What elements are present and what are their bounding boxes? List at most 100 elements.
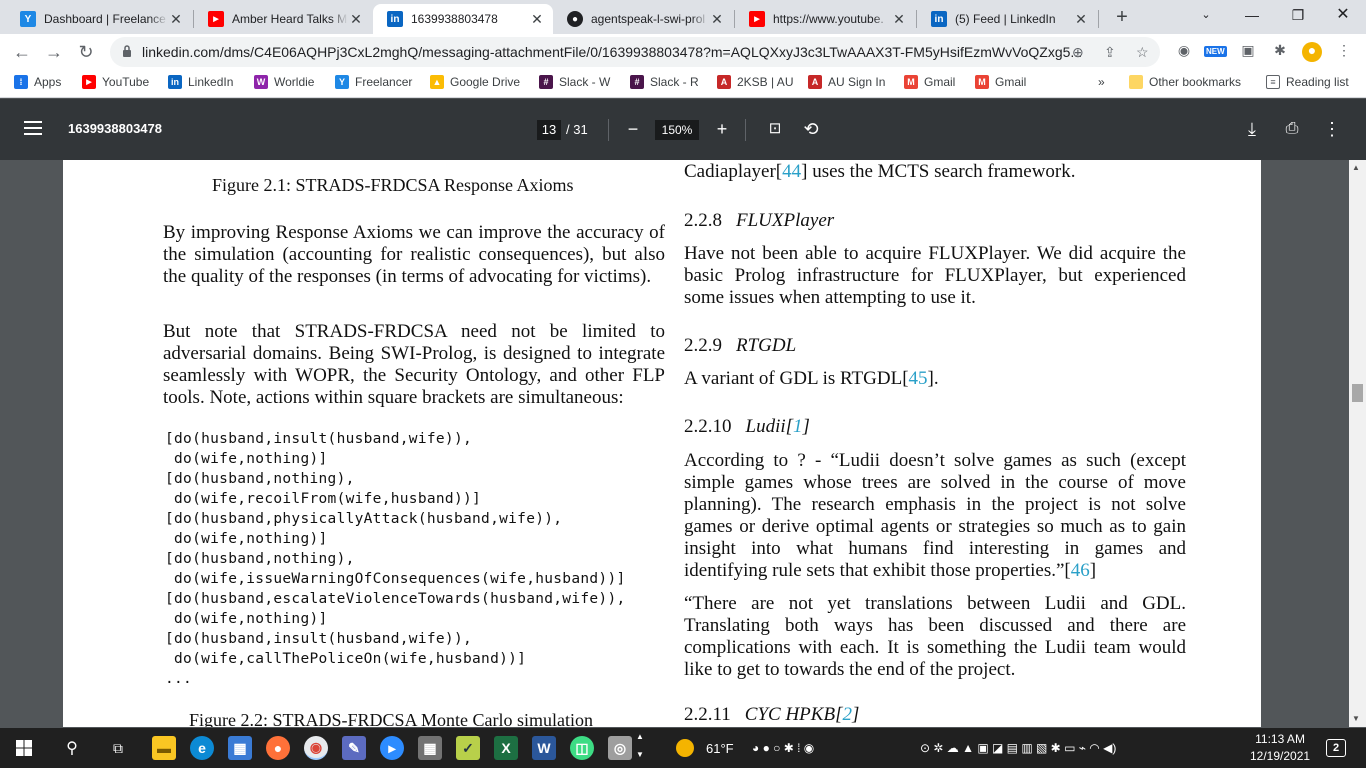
linkedin-icon: in [387,11,403,27]
search-icon[interactable]: ⚲ [60,736,84,760]
tab-pdf-active[interactable]: in 1639938803478 ✕ [373,4,553,34]
zoom-out-button[interactable]: − [621,117,645,141]
word-icon[interactable]: W [532,736,556,760]
profile-avatar-icon[interactable]: ● [1302,42,1322,62]
bookmark-freelancer[interactable]: Y Freelancer [335,75,412,89]
android-app-icon[interactable]: ◫ [570,736,594,760]
other-bookmarks-folder[interactable]: Other bookmarks [1129,75,1241,89]
calculator-icon[interactable]: ▦ [418,736,442,760]
bookmark-gmail-2[interactable]: M Gmail [975,75,1026,89]
paragraph-ludii-quote: “There are not yet translations between … [684,593,1186,680]
sidebar-menu-icon[interactable] [24,121,42,135]
scroll-up-arrow-icon[interactable]: ▲ [1352,163,1360,172]
fit-to-page-icon[interactable]: ⊡ [763,117,787,141]
address-bar[interactable]: linkedin.com/dms/C4E06AQHPj3CxL2mghQ/mes… [110,37,1160,67]
notepad-plus-icon[interactable]: ✓ [456,736,480,760]
close-tab-icon[interactable]: ✕ [709,11,725,28]
excel-icon[interactable]: X [494,736,518,760]
file-explorer-icon[interactable]: ▬ [152,736,176,760]
bookmark-slack-w[interactable]: # Slack - W [539,75,610,89]
tab-title: https://www.youtube. [773,12,884,26]
weather-sun-icon[interactable] [676,739,694,757]
task-view-icon[interactable]: ⧉ [106,736,130,760]
citation-link[interactable]: 46 [1071,560,1090,581]
citation-link[interactable]: 45 [909,368,928,389]
bookmark-apps[interactable]: ⁞ Apps [14,75,61,89]
close-tab-icon[interactable]: ✕ [529,11,545,28]
notification-center-icon[interactable]: 2 [1326,739,1346,757]
weather-temp[interactable]: 61°F [706,741,734,756]
edge-icon[interactable]: e [190,736,214,760]
store-icon[interactable]: ▦ [228,736,252,760]
bookmark-au-sign-in[interactable]: A AU Sign In [808,75,885,89]
tab-dashboard-freelancer[interactable]: Y Dashboard | Freelance ✕ [6,4,192,34]
reload-button[interactable]: ↻ [74,40,98,64]
bookmarks-bar: ⁞ Apps ▶ YouTube in LinkedIn W Worldie Y Free… [0,70,1366,98]
tab-linkedin-feed[interactable]: in (5) Feed | LinkedIn ✕ [917,4,1097,34]
extension-icon[interactable]: ▣ [1238,42,1258,62]
close-window-button[interactable]: ✕ [1320,0,1366,30]
bookmark-2ksb-au[interactable]: A 2KSB | AU [717,75,793,89]
taskbar-scroll-icon[interactable]: ▲ ▼ [636,732,644,759]
close-tab-icon[interactable]: ✕ [348,11,364,28]
tray-icons[interactable]: ⊙ ✲ ☁ ▲ ▣ ◪ ▤ ▥ ▧ ✱ ▭ ⌁ ◠ ◀) [920,741,1116,755]
camera-extension-icon[interactable]: ◉ [1174,42,1194,62]
github-icon: ● [567,11,583,27]
pdf-viewport[interactable]: Figure 2.1: STRADS-FRDCSA Response Axiom… [0,160,1366,727]
bookmark-linkedin[interactable]: in LinkedIn [168,75,233,89]
section-2-2-8-heading: 2.2.8 FLUXPlayer [684,210,835,231]
citation-link[interactable]: 44 [782,161,801,182]
puzzle-extensions-icon[interactable]: ✱ [1270,42,1290,62]
minimize-button[interactable]: — [1229,0,1275,30]
prolog-code-block: [do(husband,insult(husband,wife)), do(wi… [165,431,626,687]
zoom-level-input[interactable]: 150% [655,120,699,140]
rotate-icon[interactable]: ⟲ [799,117,823,141]
back-button[interactable]: ← [10,40,34,64]
freelancer-icon: Y [335,75,349,89]
page-number-input[interactable]: 13 [537,120,561,140]
share-icon[interactable]: ⇪ [1104,44,1116,61]
app-icon[interactable]: ✎ [342,736,366,760]
bookmark-youtube[interactable]: ▶ YouTube [82,75,149,89]
bookmark-star-icon[interactable]: ☆ [1136,44,1149,61]
forward-button[interactable]: → [42,40,66,64]
zoom-app-icon[interactable]: ▸ [380,736,404,760]
scrollbar-thumb[interactable] [1352,384,1363,402]
lock-icon [123,45,131,57]
vertical-scrollbar[interactable] [1349,160,1366,727]
new-tab-button[interactable]: + [1110,6,1134,30]
windows-start-icon[interactable] [16,740,32,756]
url-text[interactable]: linkedin.com/dms/C4E06AQHPj3CxL2mghQ/mes… [142,44,1082,60]
firefox-icon[interactable]: ● [266,736,290,760]
tab-agentspeak-github[interactable]: ● agentspeak-l-swi-prol ✕ [553,4,733,34]
close-tab-icon[interactable]: ✕ [1073,11,1089,28]
new-badge[interactable]: NEW [1204,46,1227,57]
bookmark-slack-r[interactable]: # Slack - R [630,75,699,89]
more-menu-icon[interactable]: ⋮ [1334,42,1354,62]
tab-youtube[interactable]: ▶ https://www.youtube. ✕ [735,4,915,34]
camera-app-icon[interactable]: ◎ [608,736,632,760]
bookmark-worldie[interactable]: W Worldie [254,75,314,89]
citation-link[interactable]: 2 [842,704,852,725]
chrome-icon[interactable]: ◉ [304,736,328,760]
reading-list-button[interactable]: ≡ Reading list [1266,75,1349,89]
print-icon[interactable]: ⎙ [1280,117,1304,141]
pdf-more-icon[interactable]: ⋮ [1320,117,1344,141]
scroll-down-arrow-icon[interactable]: ▼ [1352,714,1360,723]
gmail-icon: M [904,75,918,89]
tray-app-icon[interactable]: ◕ ● ○ ✱ ⁞ ◉ [752,741,814,755]
zoom-in-button[interactable]: + [710,117,734,141]
zoom-icon[interactable]: ⊕ [1072,44,1084,61]
close-tab-icon[interactable]: ✕ [891,11,907,28]
figure-2-2-caption: Figure 2.2: STRADS-FRDCSA Monte Carlo si… [189,710,594,727]
download-icon[interactable]: ⤓ [1240,117,1264,141]
system-clock[interactable]: 11:13 AM 12/19/2021 [1250,731,1310,765]
tab-amber-heard[interactable]: ▶ Amber Heard Talks Mu ✕ [194,4,372,34]
bookmark-google-drive[interactable]: ▲ Google Drive [430,75,520,89]
tab-search-icon[interactable]: ⌄ [1183,0,1229,30]
bookmarks-overflow-button[interactable]: » [1098,75,1105,89]
bookmark-gmail-1[interactable]: M Gmail [904,75,955,89]
close-tab-icon[interactable]: ✕ [168,11,184,28]
maximize-button[interactable]: ❐ [1275,0,1321,30]
citation-link[interactable]: 1 [793,416,803,437]
